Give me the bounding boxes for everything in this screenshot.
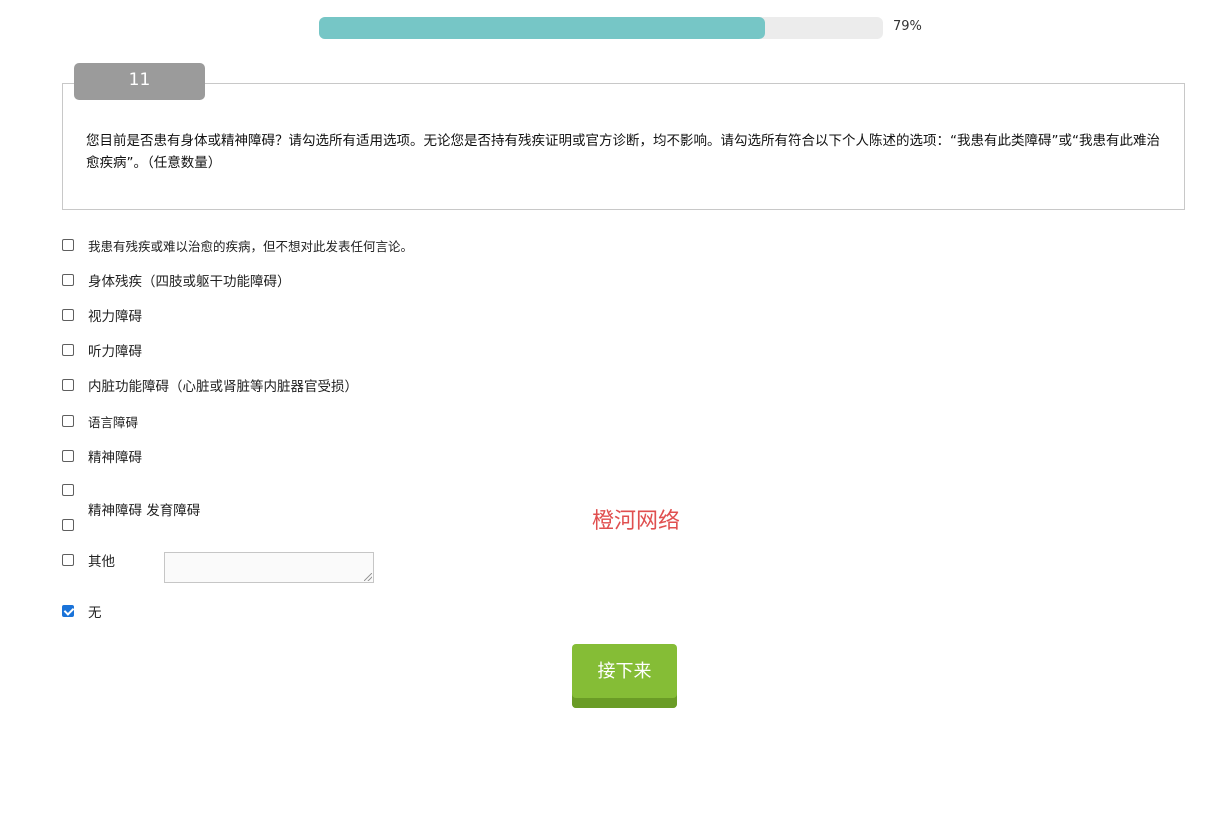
checkbox[interactable] bbox=[62, 415, 74, 427]
option-label: 语言障碍 bbox=[88, 414, 139, 430]
watermark-text: 橙河网络 bbox=[592, 509, 681, 534]
checkbox[interactable] bbox=[62, 450, 74, 462]
option-label: 视力障碍 bbox=[88, 309, 142, 325]
checkbox[interactable] bbox=[62, 344, 74, 356]
checkbox[interactable] bbox=[62, 274, 74, 286]
checkbox[interactable] bbox=[62, 554, 74, 566]
option-mental-developmental-disorder[interactable]: 精神障碍 发育障碍 bbox=[62, 499, 201, 531]
option-label: 无 bbox=[88, 605, 102, 621]
question-number-badge: 11 bbox=[74, 63, 205, 100]
option-label: 我患有残疾或难以治愈的疾病，但不想对此发表任何言论。 bbox=[88, 238, 414, 254]
option-other[interactable]: 其他 bbox=[62, 550, 115, 570]
option-label: 精神障碍 bbox=[88, 450, 142, 466]
checkbox-checked[interactable] bbox=[62, 605, 74, 617]
option-label: 身体残疾（四肢或躯干功能障碍） bbox=[88, 274, 291, 290]
option-hearing-impairment[interactable]: 听力障碍 bbox=[62, 340, 142, 360]
progress-percentage: 79% bbox=[893, 19, 922, 34]
option-speech-impairment[interactable]: 语言障碍 bbox=[62, 411, 138, 431]
option-label: 精神障碍 发育障碍 bbox=[88, 503, 201, 519]
checkbox[interactable] bbox=[62, 519, 74, 531]
resize-handle-icon[interactable] bbox=[364, 573, 372, 581]
option-visual-impairment[interactable]: 视力障碍 bbox=[62, 305, 142, 325]
checkbox[interactable] bbox=[62, 379, 74, 391]
option-prefer-not-to-say[interactable]: 我患有残疾或难以治愈的疾病，但不想对此发表任何言论。 bbox=[62, 235, 413, 255]
next-button[interactable]: 接下来 bbox=[572, 644, 677, 708]
option-physical-disability[interactable]: 身体残疾（四肢或躯干功能障碍） bbox=[62, 270, 291, 290]
option-internal-organ-disorder[interactable]: 内脏功能障碍（心脏或肾脏等内脏器官受损） bbox=[62, 375, 358, 395]
question-text: 您目前是否患有身体或精神障碍？请勾选所有适用选项。无论您是否持有残疾证明或官方诊… bbox=[86, 133, 1160, 171]
checkbox[interactable] bbox=[62, 309, 74, 321]
option-label: 听力障碍 bbox=[88, 344, 142, 360]
option-label: 其他 bbox=[88, 554, 115, 570]
checkbox[interactable] bbox=[62, 239, 74, 251]
progress-bar-fill bbox=[319, 17, 765, 39]
survey-page: 79% 11 您目前是否患有身体或精神障碍？请勾选所有适用选项。无论您是否持有残… bbox=[0, 0, 1215, 839]
option-mental-disorder[interactable]: 精神障碍 bbox=[62, 446, 142, 466]
other-text-input[interactable] bbox=[164, 552, 374, 583]
option-unlabeled[interactable] bbox=[62, 480, 88, 500]
checkbox[interactable] bbox=[62, 484, 74, 496]
progress-bar bbox=[319, 17, 883, 39]
option-label: 内脏功能障碍（心脏或肾脏等内脏器官受损） bbox=[88, 379, 358, 395]
option-none[interactable]: 无 bbox=[62, 601, 102, 621]
